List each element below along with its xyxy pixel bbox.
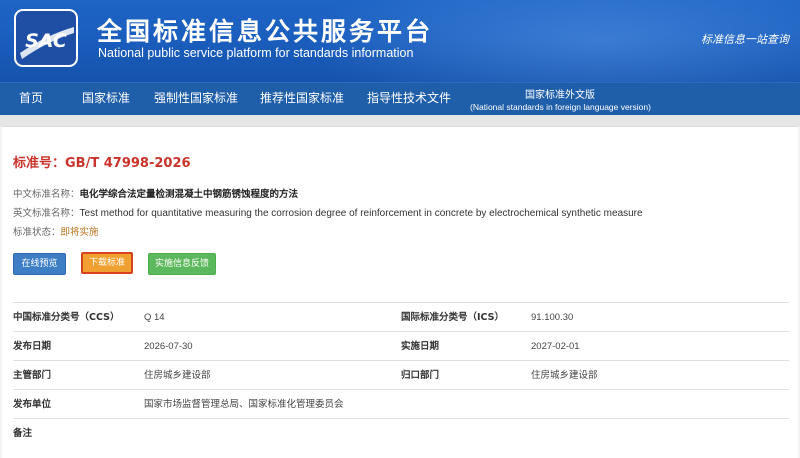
ics-value: 91.100.30 bbox=[531, 312, 574, 323]
slogan-text: 标准信息一站查询 bbox=[701, 33, 790, 46]
nav-home[interactable]: 首页 bbox=[19, 83, 43, 115]
cn-name-value: 电化学综合法定量检测混凝土中钢筋锈蚀程度的方法 bbox=[79, 189, 299, 200]
logo-text: SAC bbox=[25, 30, 67, 52]
download-standard-button[interactable]: 下载标准 bbox=[81, 252, 133, 274]
implement-date-value: 2027-02-01 bbox=[531, 341, 580, 352]
publish-date-label: 发布日期 bbox=[13, 341, 52, 352]
site-title-en: National public service platform for sta… bbox=[98, 46, 414, 60]
divider-stripe bbox=[0, 115, 800, 126]
table-row: 发布日期 2026-07-30 实施日期 2027-02-01 bbox=[13, 331, 789, 361]
nav-foreign-label-cn: 国家标准外文版 bbox=[525, 90, 595, 101]
main-nav: 首页 国家标准 强制性国家标准 推荐性国家标准 指导性技术文件 国家标准外文版 … bbox=[0, 82, 800, 115]
status-value: 即将实施 bbox=[60, 227, 99, 238]
ics-label: 国际标准分类号（ICS） bbox=[401, 312, 505, 323]
table-row: 发布单位 国家市场监督管理总局、国家标准化管理委员会 bbox=[13, 389, 789, 419]
en-name-label: 英文标准名称： bbox=[13, 208, 80, 219]
table-row: 主管部门 住房城乡建设部 归口部门 住房城乡建设部 bbox=[13, 360, 789, 390]
status-label: 标准状态： bbox=[13, 227, 61, 238]
site-title-cn: 全国标准信息公共服务平台 bbox=[97, 17, 434, 46]
issuer-value: 国家市场监督管理总局、国家标准化管理委员会 bbox=[144, 399, 344, 410]
remarks-label: 备注 bbox=[13, 428, 33, 439]
nav-foreign-language[interactable]: 国家标准外文版 (National standards in foreign l… bbox=[470, 83, 651, 115]
sac-logo[interactable]: SAC bbox=[14, 9, 78, 67]
en-name-row: 英文标准名称：Test method for quantitative meas… bbox=[13, 205, 643, 219]
cn-name-row: 中文标准名称：电化学综合法定量检测混凝土中钢筋锈蚀程度的方法 bbox=[13, 186, 298, 200]
competent-dept-value: 住房城乡建设部 bbox=[144, 370, 211, 381]
status-row: 标准状态：即将实施 bbox=[13, 224, 99, 238]
nav-foreign-label-en: (National standards in foreign language … bbox=[470, 102, 651, 112]
implement-date-label: 实施日期 bbox=[401, 341, 440, 352]
ccs-label: 中国标准分类号（CCS） bbox=[13, 312, 120, 323]
cn-name-label: 中文标准名称： bbox=[13, 189, 80, 200]
table-row: 中国标准分类号（CCS） Q 14 国际标准分类号（ICS） 91.100.30 bbox=[13, 302, 789, 332]
en-name-value: Test method for quantitative measuring t… bbox=[79, 208, 643, 219]
competent-dept-label: 主管部门 bbox=[13, 370, 52, 381]
nav-national-standards[interactable]: 国家标准 bbox=[82, 83, 130, 115]
nav-recommended-standards[interactable]: 推荐性国家标准 bbox=[260, 83, 344, 115]
central-dept-label: 归口部门 bbox=[401, 370, 440, 381]
nav-mandatory-standards[interactable]: 强制性国家标准 bbox=[154, 83, 238, 115]
implementation-feedback-button[interactable]: 实施信息反馈 bbox=[148, 253, 216, 275]
issuer-label: 发布单位 bbox=[13, 399, 52, 410]
site-header: SAC 全国标准信息公共服务平台 National public service… bbox=[0, 0, 800, 82]
ccs-value: Q 14 bbox=[144, 312, 165, 323]
online-preview-button[interactable]: 在线预览 bbox=[13, 253, 66, 275]
nav-guidance-documents[interactable]: 指导性技术文件 bbox=[367, 83, 451, 115]
standard-number-value: GB/T 47998-2026 bbox=[65, 156, 191, 171]
publish-date-value: 2026-07-30 bbox=[144, 341, 193, 352]
central-dept-value: 住房城乡建设部 bbox=[531, 370, 598, 381]
table-row: 备注 bbox=[13, 418, 789, 448]
slogan-calligraphy: 标准信息一站查询 bbox=[701, 33, 790, 46]
standard-number-label: 标准号： bbox=[13, 156, 66, 171]
standard-number: 标准号：GB/T 47998-2026 bbox=[13, 152, 191, 171]
